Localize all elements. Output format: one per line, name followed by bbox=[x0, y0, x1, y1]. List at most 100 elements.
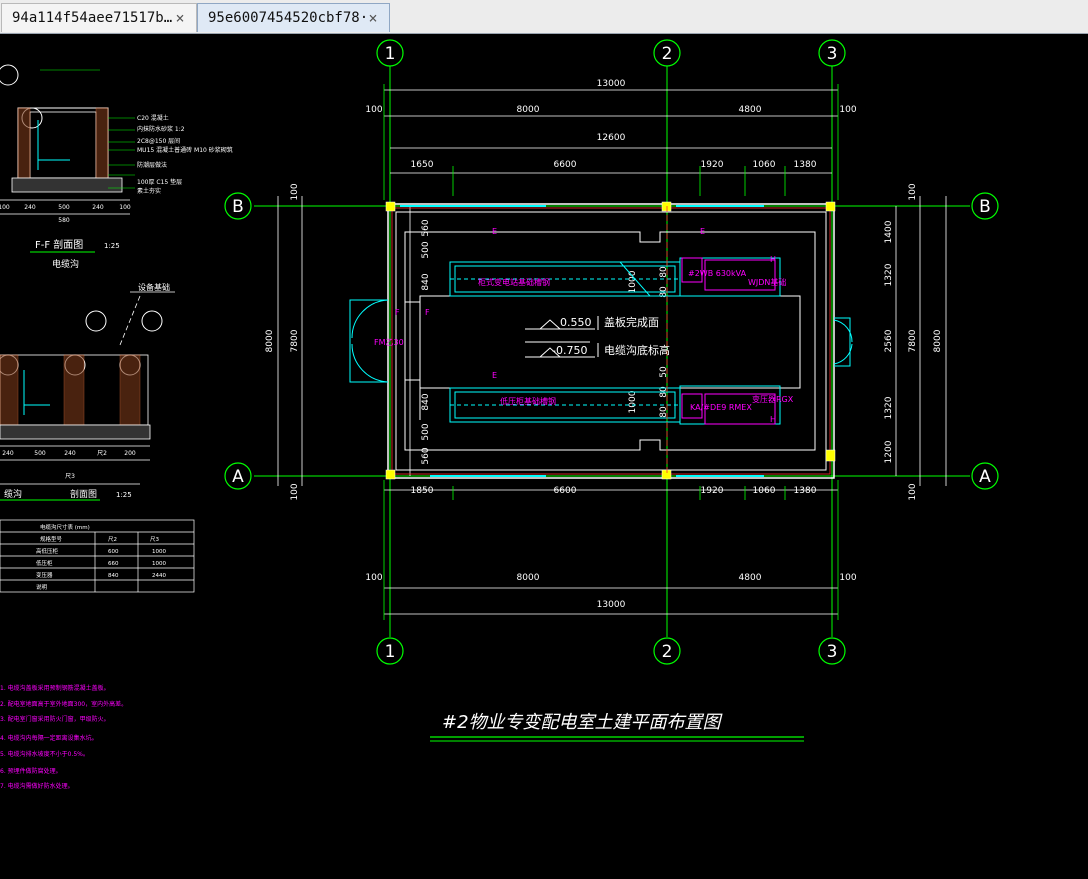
table-h0: 规格型号 bbox=[40, 535, 63, 543]
callout-6: 100厚 C15 垫层 bbox=[137, 178, 182, 186]
dim-sub-0: 1650 bbox=[411, 160, 434, 170]
grid-label-1-bottom: 1 bbox=[385, 642, 396, 662]
note-3: 3. 配电室门窗采用防火门窗，甲级防火。 bbox=[0, 715, 110, 723]
dim-v-total-right: 8000 bbox=[933, 329, 943, 352]
tab-label: 94a114f54aee71517b… bbox=[12, 10, 172, 26]
note-1: 1. 电缆沟盖板采用预制钢筋混凝土盖板。 bbox=[0, 684, 110, 692]
notes: 1. 电缆沟盖板采用预制钢筋混凝土盖板。 2. 配电室地面高于室外地面300，室… bbox=[0, 684, 127, 790]
dim-right: 4800 bbox=[739, 105, 762, 115]
dim-edge: 100 bbox=[365, 105, 382, 115]
sec1-dim-1: 240 bbox=[24, 204, 36, 211]
table-r1c1: 660 bbox=[108, 561, 119, 567]
sec2-dim-3: 240 bbox=[64, 450, 76, 457]
table-h2: 尺3 bbox=[150, 536, 160, 543]
lower-pink-label: 低压柜基础槽钢 bbox=[500, 396, 556, 406]
marker-e1: E bbox=[492, 227, 497, 236]
marker-e2: E bbox=[492, 371, 497, 380]
table-r2c2: 2440 bbox=[152, 573, 166, 579]
dim-subb-2: 1920 bbox=[701, 486, 724, 496]
tab-drawing-1[interactable]: 94a114f54aee71517b… × bbox=[1, 3, 197, 32]
marker-f1: F bbox=[395, 308, 400, 317]
dim-v-total: 8000 bbox=[265, 329, 275, 352]
marker-e3: E bbox=[700, 227, 705, 236]
table-r0c0: 高低压柜 bbox=[36, 547, 59, 555]
upper-tx-label: #2WB 630kVA bbox=[688, 269, 747, 278]
table-r2c0: 变压器 bbox=[36, 571, 53, 579]
cable-trench-outer bbox=[404, 231, 816, 451]
upper-right-label: WJDN基础 bbox=[748, 277, 786, 287]
close-icon[interactable]: × bbox=[365, 9, 381, 27]
dim-total-top: 13000 bbox=[597, 79, 626, 89]
dim-mid-0: 80 bbox=[659, 266, 669, 278]
dim-mid-4: 80 bbox=[659, 406, 669, 418]
sec2-dim-mid: 尺2 bbox=[97, 450, 107, 457]
sec2-dim-2: 200 bbox=[124, 450, 136, 457]
dimension-table bbox=[0, 519, 195, 593]
cad-drawing-canvas[interactable]: 1 2 3 1 2 3 B B A A 13000 100 8000 4800 … bbox=[0, 33, 1088, 875]
table-title: 电缆沟尺寸表 (mm) bbox=[40, 523, 90, 531]
table-r3c0: 说明 bbox=[36, 583, 48, 591]
grid-label-a: A bbox=[232, 467, 244, 487]
building-walls bbox=[387, 203, 835, 479]
marker-h1: H bbox=[770, 255, 776, 264]
note-6: 6. 预埋件做防腐处理。 bbox=[0, 767, 62, 775]
dim-vl-0: 560 bbox=[421, 219, 431, 236]
marker-h2: H bbox=[770, 415, 776, 424]
dim-v-inner-right: 7800 bbox=[908, 329, 918, 352]
dim-left-b: 8000 bbox=[517, 573, 540, 583]
table-r0c1: 600 bbox=[108, 549, 119, 555]
table-text: 电缆沟尺寸表 (mm) 规格型号 尺2 尺3 高低压柜 600 1000 低压柜… bbox=[36, 523, 166, 591]
section1-scale: 1:25 bbox=[104, 242, 120, 250]
level-bottom-label: 电缆沟底标高 bbox=[604, 343, 670, 357]
grid-label-3-bottom: 3 bbox=[827, 642, 838, 662]
dim-v-edge-right-bottom: 100 bbox=[908, 483, 918, 500]
grid-label-2-bottom: 2 bbox=[662, 642, 673, 662]
callout-1: C20 混凝土 bbox=[137, 114, 169, 122]
dim-sub-2: 1920 bbox=[701, 160, 724, 170]
section2-title: 剖面图 bbox=[70, 488, 97, 500]
dim-edge-right: 100 bbox=[839, 105, 856, 115]
dim-box-height-lower: 1000 bbox=[628, 390, 638, 413]
callout-5: 防潮层做法 bbox=[137, 161, 167, 169]
sec1-dim-total: 580 bbox=[58, 217, 70, 224]
lower-tx-label: KA/#DE9 RMEX bbox=[690, 403, 752, 412]
section1-sub: 电缆沟 bbox=[52, 258, 79, 270]
dim-total-bottom: 13000 bbox=[597, 600, 626, 610]
dim-inner: 12600 bbox=[597, 133, 626, 143]
callout-2: 内抹防水砂浆 1:2 bbox=[137, 125, 185, 133]
table-r2c1: 840 bbox=[108, 573, 119, 579]
tab-drawing-2-active[interactable]: 95e6007454520cbf78· × bbox=[197, 3, 390, 32]
sec1-dim-2: 500 bbox=[58, 204, 70, 211]
dim-sub-1: 6600 bbox=[554, 160, 577, 170]
dim-subb-1: 6600 bbox=[554, 486, 577, 496]
dim-v-inner: 7800 bbox=[290, 329, 300, 352]
grid-label-b: B bbox=[232, 197, 244, 217]
dim-vr-1: 1320 bbox=[884, 263, 894, 286]
dim-box-height-upper: 1000 bbox=[628, 270, 638, 293]
note-7: 7. 电缆沟需做好防水处理。 bbox=[0, 782, 74, 790]
dim-vr-0: 1400 bbox=[884, 220, 894, 243]
dim-edge-right-b: 100 bbox=[839, 573, 856, 583]
dim-vl-4: 500 bbox=[421, 423, 431, 440]
section1-title: F-F 剖面图 bbox=[35, 238, 83, 251]
sec1-dim-3: 240 bbox=[92, 204, 104, 211]
door-label: FM乙30 bbox=[374, 338, 404, 347]
tab-label: 95e6007454520cbf78· bbox=[208, 10, 365, 26]
grid-label-2: 2 bbox=[662, 44, 673, 64]
dim-edge-b: 100 bbox=[365, 573, 382, 583]
dim-vl-3: 840 bbox=[421, 393, 431, 410]
level-top-label: 盖板完成面 bbox=[604, 315, 659, 329]
section2-prefix: 缆沟 bbox=[4, 488, 22, 500]
upper-pink-label: 柜式变电站基础槽钢 bbox=[478, 277, 550, 287]
note-4: 4. 电缆沟内每隔一定距离设集水坑。 bbox=[0, 734, 98, 742]
document-tab-bar: 94a114f54aee71517b… × 95e6007454520cbf78… bbox=[0, 0, 1088, 34]
dim-v-edge-bottom: 100 bbox=[290, 483, 300, 500]
table-h1: 尺2 bbox=[108, 536, 117, 543]
table-r1c2: 1000 bbox=[152, 561, 166, 567]
slope-note: 设备基础 bbox=[138, 282, 170, 292]
sec2-dim-0: 240 bbox=[2, 450, 14, 457]
dim-subb-0: 1850 bbox=[411, 486, 434, 496]
section-2-detail: 设备基础 240 500 200 240 尺2 尺3 缆沟 剖面图 1:25 bbox=[0, 282, 175, 501]
grid-label-b-right: B bbox=[979, 197, 991, 217]
close-icon[interactable]: × bbox=[172, 9, 188, 27]
